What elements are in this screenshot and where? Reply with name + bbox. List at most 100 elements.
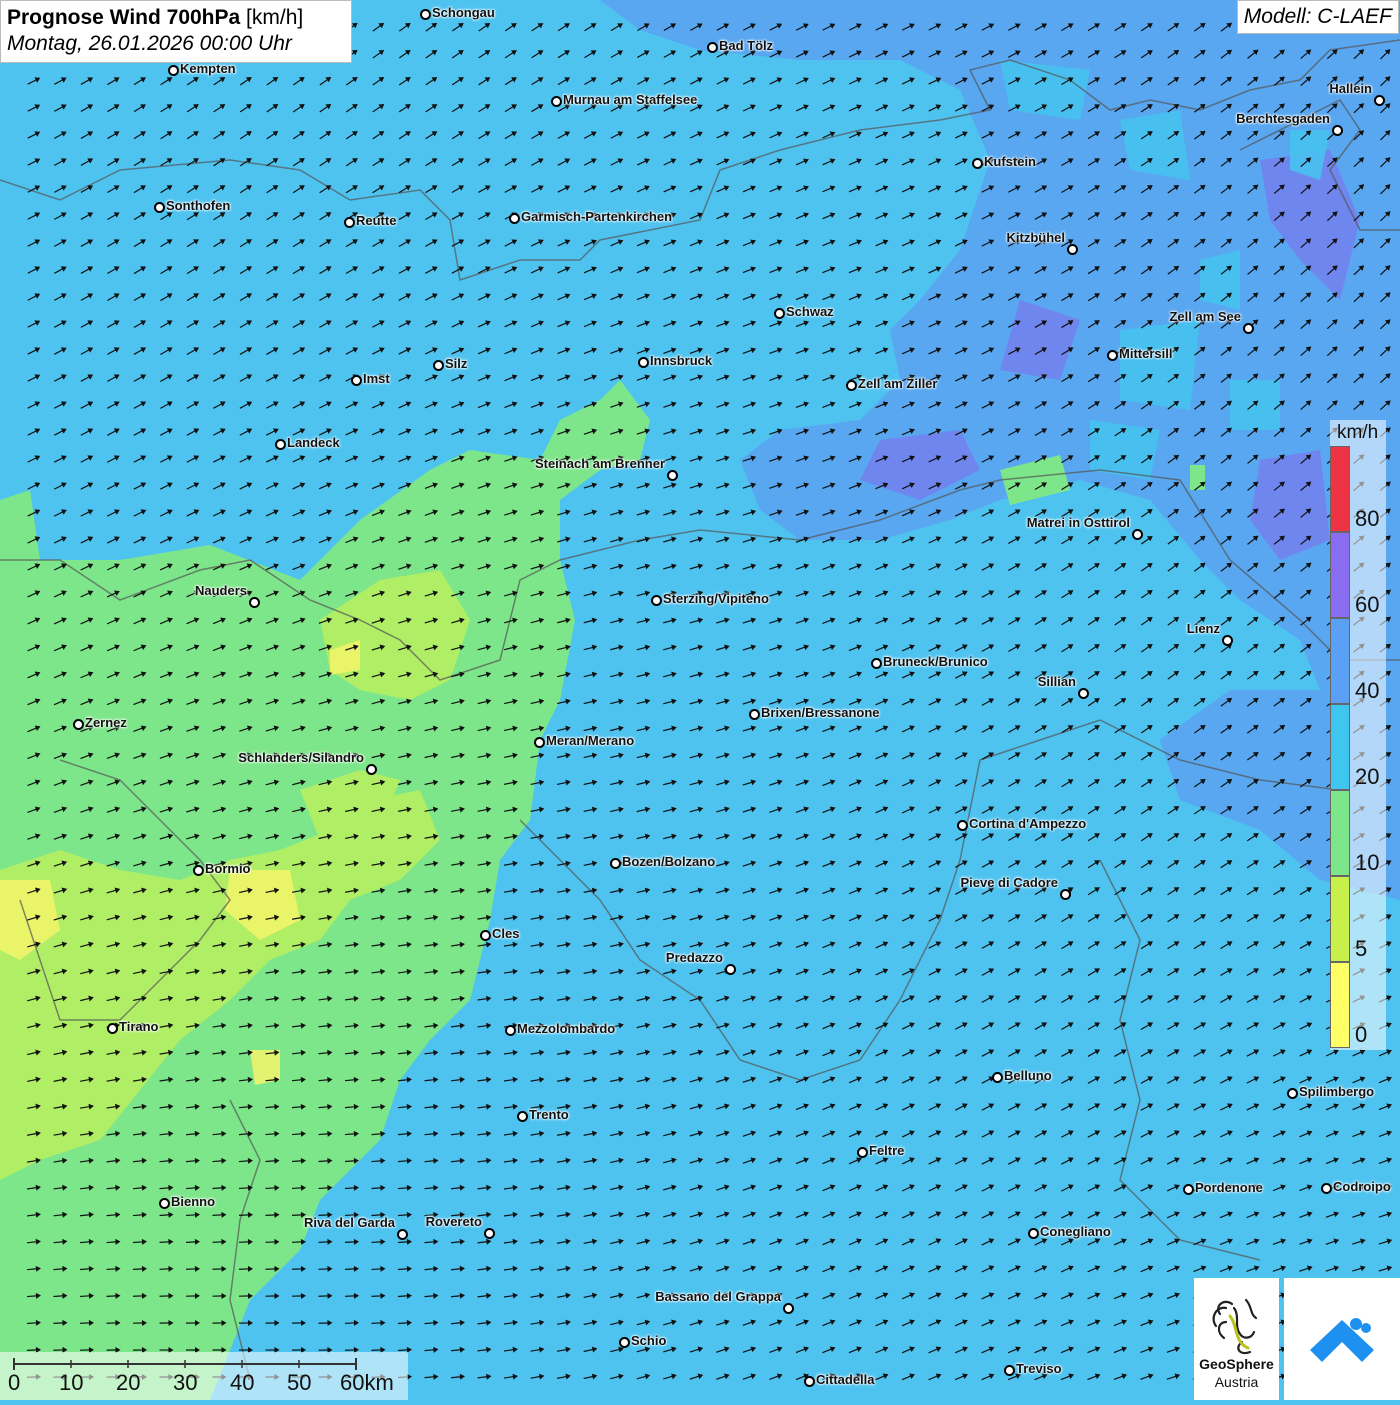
- scale-bar: 0 10 20 30 40 50 60km: [0, 1352, 408, 1400]
- city-marker: [193, 865, 204, 876]
- city-marker: [610, 858, 621, 869]
- app-logo[interactable]: [1284, 1278, 1400, 1400]
- geosphere-name: GeoSphere: [1194, 1356, 1279, 1372]
- city-label: Bormio: [205, 861, 251, 876]
- legend-swatch: [1330, 790, 1350, 876]
- city-marker: [992, 1072, 1003, 1083]
- legend-unit: km/h: [1337, 422, 1378, 444]
- scale-label-40: 40: [230, 1370, 254, 1396]
- legend-swatch: [1330, 446, 1350, 532]
- city-marker: [480, 930, 491, 941]
- city-marker: [1374, 95, 1385, 106]
- legend-swatch: [1330, 704, 1350, 790]
- city-label: Codroipo: [1333, 1179, 1391, 1194]
- city-marker: [1222, 635, 1233, 646]
- city-marker: [420, 9, 431, 20]
- city-label: Kempten: [180, 61, 236, 76]
- city-label: Pordenone: [1195, 1180, 1263, 1195]
- city-marker: [275, 439, 286, 450]
- city-marker: [505, 1025, 516, 1036]
- city-marker: [619, 1337, 630, 1348]
- title-unit: [km/h]: [246, 6, 303, 29]
- model-label: Modell: C-LAEF: [1237, 0, 1399, 34]
- legend-swatch: [1330, 876, 1350, 962]
- city-marker: [73, 719, 84, 730]
- city-marker: [651, 595, 662, 606]
- city-marker: [107, 1023, 118, 1034]
- city-marker: [857, 1147, 868, 1158]
- city-label: Bad Tölz: [719, 38, 773, 53]
- city-label: Bassano del Grappa: [655, 1289, 781, 1304]
- city-marker: [551, 96, 562, 107]
- city-marker: [249, 597, 260, 608]
- city-marker: [725, 964, 736, 975]
- city-marker: [1243, 323, 1254, 334]
- legend-tick-label: 40: [1355, 678, 1379, 704]
- city-marker: [749, 709, 760, 720]
- cloud-mountain-icon: [1284, 1278, 1400, 1400]
- scale-label-50: 50: [287, 1370, 311, 1396]
- color-legend: km/h 051020406080: [1330, 420, 1386, 1050]
- city-marker: [1004, 1365, 1015, 1376]
- city-label: Kitzbühel: [1007, 230, 1066, 245]
- city-marker: [1132, 529, 1143, 540]
- legend-tick-label: 20: [1355, 764, 1379, 790]
- city-marker: [1060, 889, 1071, 900]
- city-label: Schio: [631, 1333, 666, 1348]
- city-marker: [774, 308, 785, 319]
- city-marker: [1183, 1184, 1194, 1195]
- city-marker: [397, 1229, 408, 1240]
- city-label: Cortina d'Ampezzo: [969, 816, 1086, 831]
- city-label: Reutte: [356, 213, 396, 228]
- city-label: Innsbruck: [650, 353, 712, 368]
- city-label: Brixen/Bressanone: [761, 705, 880, 720]
- city-marker: [168, 65, 179, 76]
- city-label: Bruneck/Brunico: [883, 654, 988, 669]
- city-label: Garmisch-Partenkirchen: [521, 209, 672, 224]
- geosphere-emblem-icon: [1194, 1286, 1279, 1366]
- legend-tick-label: 10: [1355, 850, 1379, 876]
- city-marker: [1287, 1088, 1298, 1099]
- city-label: Predazzo: [666, 950, 723, 965]
- city-label: Schlanders/Silandro: [238, 750, 364, 765]
- city-label: Treviso: [1016, 1361, 1062, 1376]
- city-marker: [957, 820, 968, 831]
- city-label: Imst: [363, 371, 390, 386]
- city-marker: [707, 42, 718, 53]
- scale-label-10: 10: [59, 1370, 83, 1396]
- city-label: Sonthofen: [166, 198, 230, 213]
- scale-label-0: 0: [8, 1370, 20, 1396]
- city-label: Cittadella: [816, 1372, 875, 1387]
- city-label: Mezzolombardo: [517, 1021, 615, 1036]
- legend-tick-label: 5: [1355, 936, 1367, 962]
- city-label: Conegliano: [1040, 1224, 1111, 1239]
- city-marker: [433, 360, 444, 371]
- city-label: Bienno: [171, 1194, 215, 1209]
- city-marker: [1028, 1228, 1039, 1239]
- title-main: Prognose Wind 700hPa: [7, 6, 240, 29]
- city-marker: [159, 1198, 170, 1209]
- city-label: Meran/Merano: [546, 733, 634, 748]
- city-marker: [783, 1303, 794, 1314]
- city-marker: [846, 380, 857, 391]
- city-marker: [351, 375, 362, 386]
- city-marker: [1078, 688, 1089, 699]
- city-label: Berchtesgaden: [1236, 111, 1330, 126]
- forecast-date: Montag, 26.01.2026 00:00 Uhr: [7, 31, 345, 57]
- title-box: Prognose Wind 700hPa [km/h] Montag, 26.0…: [0, 0, 352, 63]
- city-label: Steinach am Brenner: [535, 456, 665, 471]
- map-title: Prognose Wind 700hPa [km/h]: [7, 5, 345, 31]
- geosphere-logo[interactable]: GeoSphere Austria: [1194, 1278, 1279, 1400]
- city-marker: [344, 217, 355, 228]
- city-label: Zell am Ziller: [858, 376, 937, 391]
- city-marker: [517, 1111, 528, 1122]
- city-label: Feltre: [869, 1143, 904, 1158]
- city-label: Trento: [529, 1107, 569, 1122]
- legend-swatch: [1330, 962, 1350, 1048]
- city-marker: [972, 158, 983, 169]
- city-label: Mittersill: [1119, 346, 1172, 361]
- city-label: Sterzing/Vipiteno: [663, 591, 769, 606]
- city-label: Spilimbergo: [1299, 1084, 1374, 1099]
- city-marker: [638, 357, 649, 368]
- legend-swatch: [1330, 618, 1350, 704]
